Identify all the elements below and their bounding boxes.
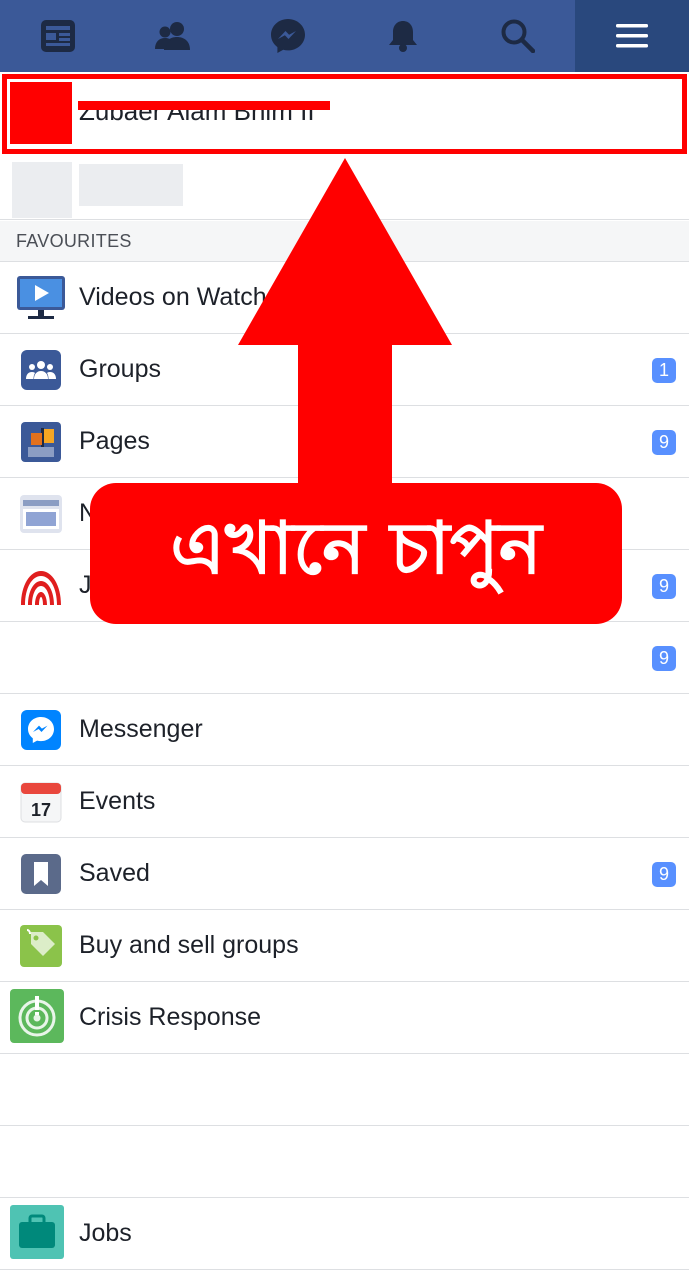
nav-menu-button[interactable] xyxy=(575,0,689,72)
nav-notifications-button[interactable] xyxy=(345,0,460,72)
placeholder-text xyxy=(79,164,183,206)
menu-item-label: Groups xyxy=(79,355,161,383)
notifications-bell-icon xyxy=(388,21,417,52)
menu-item-label: Saved xyxy=(79,859,150,887)
menu-item-buy-and-sell-groups[interactable]: Buy and sell groups xyxy=(0,910,689,982)
annotation-callout: এখানে চাপুন xyxy=(90,483,622,624)
menu-item-crisis-response[interactable]: Crisis Response xyxy=(0,982,689,1054)
menu-item-label: Buy and sell groups xyxy=(79,931,299,959)
favourites-header-label: FAVOURITES xyxy=(16,231,132,251)
menu-item-label: Jobs xyxy=(79,1219,132,1247)
crisis-response-icon xyxy=(10,989,66,1043)
saved-bookmark-icon xyxy=(16,851,66,897)
menu-item-label: Pages xyxy=(79,427,150,455)
pages-icon xyxy=(16,419,66,465)
favourites-header: FAVOURITES xyxy=(0,221,689,262)
groups-icon xyxy=(16,347,66,393)
buy-sell-tag-icon xyxy=(16,923,66,969)
menu-item-empty[interactable] xyxy=(0,1054,689,1126)
menu-item-pages[interactable]: Pages 9 xyxy=(0,406,689,478)
placeholder-avatar xyxy=(12,162,72,218)
menu-item-jobs[interactable]: Jobs xyxy=(0,1198,689,1270)
friends-icon xyxy=(154,22,190,50)
profile-row[interactable]: Zubaer Alam Bhim II xyxy=(0,72,689,156)
menu-item-messenger[interactable]: Messenger xyxy=(0,694,689,766)
news-icon xyxy=(16,491,66,537)
svg-text:17: 17 xyxy=(31,800,51,820)
menu-item-label: Events xyxy=(79,787,156,815)
menu-item-label: Crisis Response xyxy=(79,1003,262,1031)
nav-messenger-button[interactable] xyxy=(230,0,345,72)
highlight-box xyxy=(2,74,687,154)
news-feed-icon xyxy=(40,20,75,52)
menu-item-label: Messenger xyxy=(79,715,203,743)
menu-item-groups[interactable]: Groups 1 xyxy=(0,334,689,406)
menu-item-partial[interactable] xyxy=(0,1270,689,1280)
messenger-icon xyxy=(270,19,305,53)
menu-item-saved[interactable]: Saved 9 xyxy=(0,838,689,910)
menu-item-unlabeled[interactable]: 9 xyxy=(0,622,689,694)
search-icon xyxy=(501,19,535,53)
top-nav-bar xyxy=(0,0,689,72)
menu-list: Videos on Watch Groups 1 Pages 9 N J 9 9… xyxy=(0,262,689,1280)
videos-on-watch-icon xyxy=(16,275,66,321)
nav-search-button[interactable] xyxy=(460,0,575,72)
menu-icon xyxy=(616,24,648,48)
menu-item-label: Videos on Watch xyxy=(79,283,267,311)
notification-badge: 9 xyxy=(652,862,676,887)
menu-item-empty[interactable] xyxy=(0,1126,689,1198)
notification-badge: 9 xyxy=(652,646,676,671)
events-calendar-icon: 17 xyxy=(16,779,66,825)
menu-item-events[interactable]: 17 Events xyxy=(0,766,689,838)
nav-friends-button[interactable] xyxy=(115,0,230,72)
jobs-briefcase-icon xyxy=(10,1205,66,1259)
notification-badge: 1 xyxy=(652,358,676,383)
messenger-app-icon xyxy=(16,707,66,753)
notification-badge: 9 xyxy=(652,430,676,455)
app-red-logo-icon xyxy=(16,563,66,609)
nav-news-feed-button[interactable] xyxy=(0,0,115,72)
notification-badge: 9 xyxy=(652,574,676,599)
secondary-profile-row[interactable] xyxy=(0,156,689,220)
menu-item-videos-on-watch[interactable]: Videos on Watch xyxy=(0,262,689,334)
callout-text: এখানে চাপুন xyxy=(170,505,542,590)
